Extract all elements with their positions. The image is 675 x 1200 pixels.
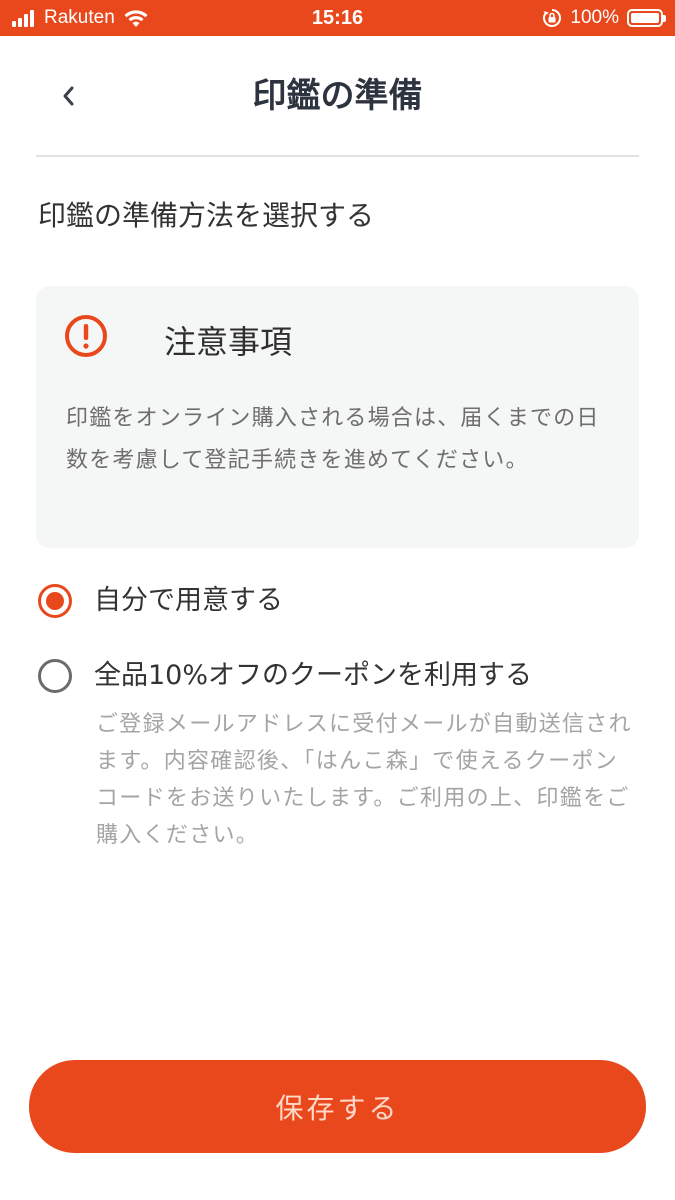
status-bar: Rakuten 15:16 100% (0, 0, 675, 36)
radio-dot (46, 592, 64, 610)
page-title: 印鑑の準備 (252, 76, 423, 116)
option-label: 全品10%オフのクーポンを利用する (94, 660, 533, 691)
status-right: 100% (542, 0, 666, 36)
notice-title: 注意事項 (164, 323, 293, 361)
option-prepare-yourself[interactable]: 自分で用意する (38, 581, 283, 621)
save-button[interactable]: 保存する (29, 1060, 646, 1153)
option-description: ご登録メールアドレスに受付メールが自動送信されます。内容確認後、「はんこ森」で使… (96, 712, 632, 848)
option-label: 自分で用意する (94, 585, 283, 616)
status-left: Rakuten (12, 0, 149, 36)
orientation-lock-icon (543, 9, 562, 27)
header-divider (36, 155, 639, 157)
header: 印鑑の準備 (0, 36, 675, 156)
battery-icon (627, 9, 666, 27)
radio-button-unselected[interactable] (38, 659, 72, 693)
battery-percent: 100% (570, 7, 619, 28)
exclamation-circle-icon (65, 315, 107, 357)
option-use-coupon[interactable]: 全品10%オフのクーポンを利用する (38, 656, 532, 696)
notice-card: 注意事項 印鑑をオンライン購入される場合は、届くまでの日数を考慮して登記手続きを… (36, 286, 639, 548)
carrier-name: Rakuten (44, 7, 115, 28)
section-title: 印鑑の準備方法を選択する (38, 199, 375, 232)
battery-fill (631, 13, 659, 23)
signal-icon (12, 9, 36, 27)
radio-button-selected[interactable] (38, 584, 72, 618)
wifi-icon (124, 10, 148, 27)
notice-body: 印鑑をオンライン購入される場合は、届くまでの日数を考慮して登記手続きを進めてくだ… (66, 406, 600, 473)
